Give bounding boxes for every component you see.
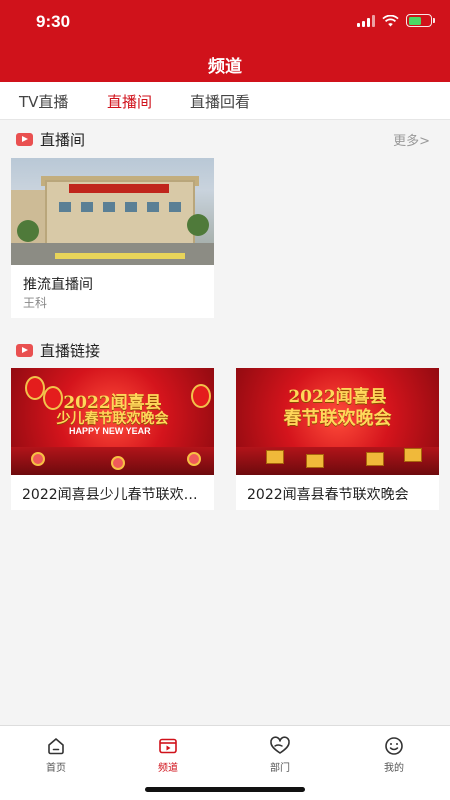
status-icons: [357, 14, 435, 27]
live-room-thumbnail: [11, 158, 214, 265]
nav-home[interactable]: 首页: [16, 736, 96, 774]
app-header: 9:30 频道: [0, 0, 450, 82]
home-icon: [48, 738, 64, 755]
live-room-section-header: 直播间: [16, 129, 85, 150]
nav-department[interactable]: 部门: [240, 736, 320, 774]
live-link-card[interactable]: 2022闻喜县 春节联欢晚会 2022闻喜县春节联欢晚会: [236, 368, 439, 510]
heart-hand-icon: [270, 736, 290, 754]
page-title: 频道: [208, 57, 242, 77]
home-indicator[interactable]: [145, 787, 305, 792]
live-room-section-title: 直播间: [40, 131, 86, 149]
nav-department-label: 部门: [270, 763, 290, 774]
channel-play-icon: [159, 738, 177, 754]
live-link-thumbnail: 2022闻喜县 春节联欢晚会: [236, 368, 439, 475]
nav-channel[interactable]: 频道: [128, 736, 208, 774]
tab-live-replay[interactable]: 直播回看: [190, 91, 250, 112]
battery-icon: [406, 14, 435, 27]
play-icon: [16, 133, 33, 146]
cellular-signal-icon: [357, 14, 375, 27]
status-time: 9:30: [36, 12, 71, 31]
smile-face-icon: [385, 737, 403, 755]
wifi-icon: [382, 14, 399, 26]
live-room-card-title: 推流直播间: [23, 277, 93, 293]
play-icon: [16, 344, 33, 357]
status-bar: 9:30: [0, 0, 450, 44]
tab-tv-live[interactable]: TV直播: [19, 91, 68, 112]
nav-home-label: 首页: [46, 763, 66, 774]
more-link[interactable]: 更多>: [393, 130, 430, 149]
live-link-card[interactable]: 2022闻喜县 少儿春节联欢晚会 HAPPY NEW YEAR 2022闻喜县少…: [11, 368, 214, 510]
nav-channel-label: 频道: [158, 763, 178, 774]
tab-live-room[interactable]: 直播间: [107, 91, 152, 112]
live-link-thumbnail: 2022闻喜县 少儿春节联欢晚会 HAPPY NEW YEAR: [11, 368, 214, 475]
nav-mine-label: 我的: [384, 763, 404, 774]
live-room-card-author: 王科: [23, 296, 48, 310]
nav-mine[interactable]: 我的: [354, 736, 434, 774]
live-links-section-title: 直播链接: [40, 342, 101, 360]
live-link-card-title: 2022闻喜县春节联欢晚会: [247, 487, 409, 503]
live-room-card[interactable]: 推流直播间 王科: [11, 158, 214, 318]
live-links-section-header: 直播链接: [16, 340, 100, 361]
channel-tabs: TV直播 直播间 直播回看: [0, 82, 450, 120]
live-link-card-title: 2022闻喜县少儿春节联欢晚会: [22, 487, 207, 503]
